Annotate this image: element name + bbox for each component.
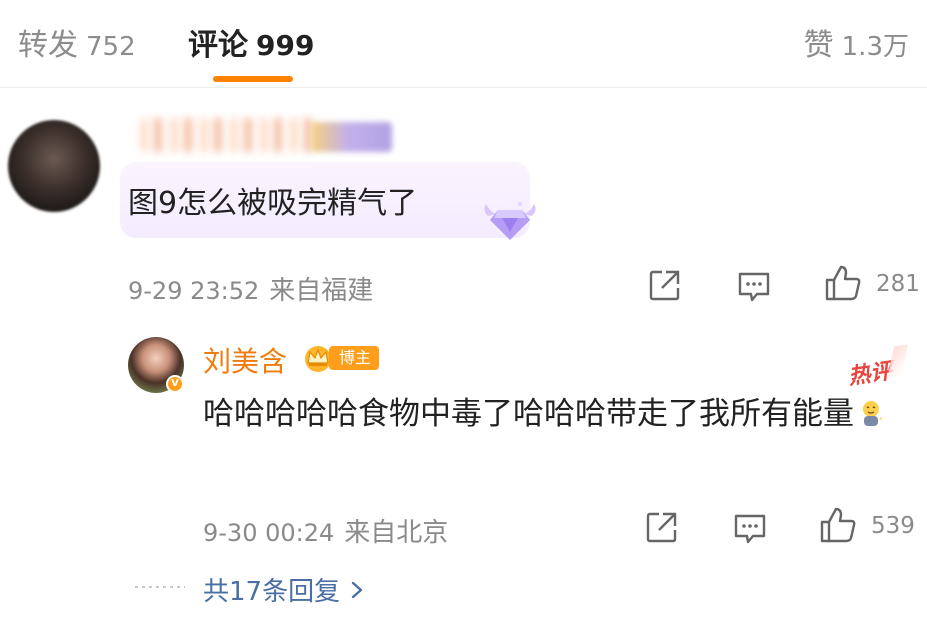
comment-icon [738, 272, 770, 302]
tab-like[interactable]: 赞 1.3万 [804, 20, 909, 64]
commenter-avatar[interactable] [8, 120, 100, 212]
gem-icon [484, 202, 536, 240]
comment-meta: 9-29 23:52 来自福建 [128, 270, 373, 307]
blogger-badge-label: 博主 [329, 346, 380, 370]
comment-reply-button[interactable] [737, 269, 771, 303]
tab-repost-count: 752 [86, 32, 136, 62]
chevron-right-icon[interactable] [350, 580, 364, 600]
tab-repost-label: 转发 [18, 28, 78, 63]
reply-like-count: 539 [871, 513, 915, 539]
reply-reply-button[interactable] [733, 511, 767, 545]
reply-text: 哈哈哈哈哈食物中毒了哈哈哈带走了我所有能量 [203, 396, 854, 432]
commenter-name-blurred [140, 118, 320, 152]
commenter-badge-blurred [312, 122, 392, 152]
tab-like-label: 赞 [803, 28, 834, 63]
thread-connector-dots [135, 586, 185, 588]
emoji-icon [863, 401, 882, 426]
reply-share-button[interactable] [645, 510, 679, 544]
reply-author-name[interactable]: 刘美含 [203, 340, 287, 380]
reply-time: 9-30 00:24 [203, 519, 335, 547]
share-icon [646, 512, 677, 543]
more-replies-link[interactable]: 共17条回复 [203, 571, 340, 608]
tab-comment[interactable]: 评论 999 [188, 20, 314, 64]
tab-comment-label: 评论 [188, 28, 248, 63]
comment-location: 来自福建 [269, 276, 374, 306]
active-tab-indicator [213, 76, 293, 82]
comment-tabs: 转发 752 评论 999 赞 1.3万 [0, 0, 927, 88]
comment-like-button[interactable] [824, 264, 862, 302]
reply-location: 来自北京 [344, 518, 449, 548]
verified-icon: V [166, 375, 184, 393]
thumbs-up-icon [820, 507, 856, 543]
reply-meta: 9-30 00:24 来自北京 [203, 512, 448, 549]
share-icon [649, 270, 680, 301]
comment-text: 图9怎么被吸完精气了 [128, 186, 418, 221]
comment-like-count: 281 [876, 271, 920, 297]
tab-repost[interactable]: 转发 752 [18, 20, 136, 64]
comment-icon [734, 514, 766, 544]
comment-share-button[interactable] [648, 268, 682, 302]
tab-comment-count: 999 [256, 29, 315, 62]
reply-like-button[interactable] [819, 506, 857, 544]
thumbs-up-icon [825, 265, 861, 301]
comment-time: 9-29 23:52 [128, 277, 260, 305]
tab-like-count: 1.3万 [841, 32, 909, 62]
reply-text-block: 哈哈哈哈哈食物中毒了哈哈哈带走了我所有能量 [203, 386, 913, 442]
